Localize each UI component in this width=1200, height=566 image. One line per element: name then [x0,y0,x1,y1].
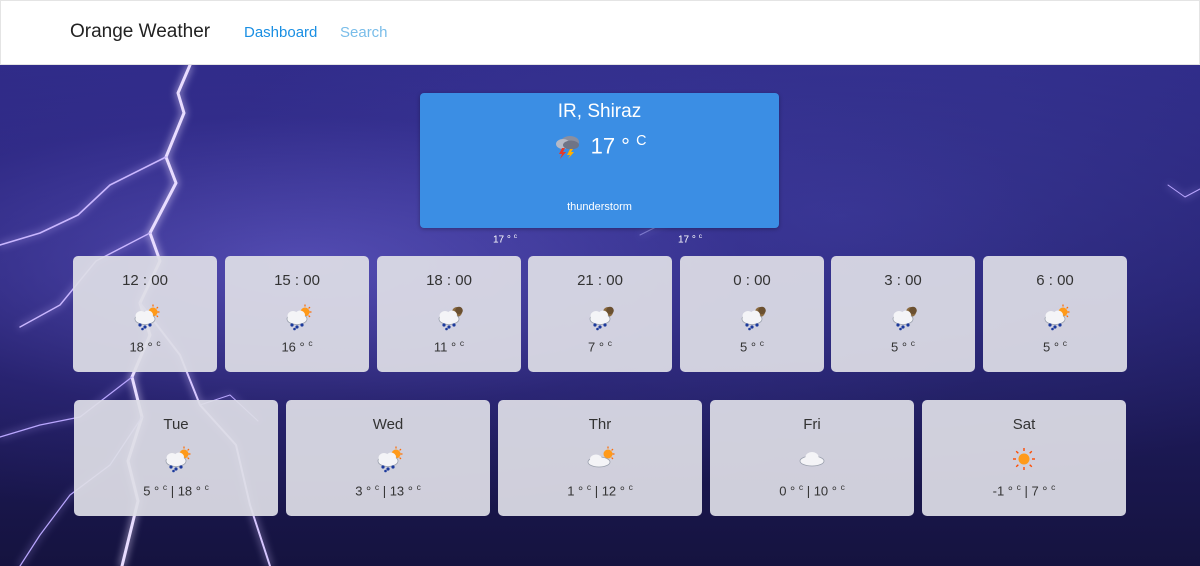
forecast-temperature-range: 3 ° c | 13 ° c [355,482,421,499]
current-weather-row: 17 ° C [420,133,779,160]
hourly-forecast-card: 18 : 00 11 ° c [377,256,521,372]
current-temperature: 17 ° C [590,133,647,159]
hourly-forecast-card: 15 : 00 16 ° c [225,256,369,372]
daily-forecast-card: Tue 5 ° c | 18 ° c [74,400,278,516]
weather-description: thunderstorm [567,201,632,213]
hourly-forecast-card: 0 : 00 5 ° c [680,256,824,372]
max-temperature: 17 ° c [678,233,702,246]
forecast-time: 21 : 00 [577,272,623,289]
forecast-day: Sat [1012,416,1036,433]
forecast-day: Wed [372,416,404,433]
forecast-time: 0 : 00 [733,272,771,289]
sun-icon [1009,446,1039,472]
hourly-forecast-card: 21 : 00 7 ° c [528,256,672,372]
forecast-temperature: 16 ° c [281,338,313,355]
nav-link-dashboard[interactable]: Dashboard [244,24,317,41]
daily-forecast-card: Fri 0 ° c | 10 ° c [710,400,914,516]
moon-rain-cloud-icon [737,304,767,331]
sun-rain-cloud-icon [282,304,312,331]
forecast-time: 3 : 00 [884,272,922,289]
brand-logo[interactable]: Orange Weather [70,21,210,43]
navbar: Orange Weather Dashboard Search [0,0,1200,65]
moon-rain-cloud-icon [434,304,464,331]
daily-forecast-card: Wed 3 ° c | 13 ° c [286,400,490,516]
nav-link-search[interactable]: Search [340,24,388,41]
forecast-time: 6 : 00 [1036,272,1074,289]
daily-forecast-card: Thr 1 ° c | 12 ° c [498,400,702,516]
forecast-temperature: 18 ° c [129,338,161,355]
min-temperature: 17 ° c [493,233,517,246]
forecast-temperature-range: 1 ° c | 12 ° c [567,482,633,499]
sun-rain-cloud-icon [130,304,160,331]
forecast-time: 12 : 00 [122,272,168,289]
forecast-time: 18 : 00 [426,272,472,289]
forecast-temperature: 7 ° c [588,338,612,355]
hourly-forecast-card: 3 : 00 5 ° c [831,256,975,372]
thunderstorm-icon [555,136,579,160]
forecast-temperature: 11 ° c [433,338,465,355]
sun-rain-cloud-icon [1040,304,1070,331]
forecast-temperature: 5 ° c [740,338,764,355]
city-name: IR, Shiraz [557,101,642,122]
cloud-icon [797,446,827,472]
weather-background: IR, Shiraz 17 ° C thunderstorm 17 ° c 17… [0,65,1200,566]
sun-rain-cloud-icon [373,446,403,473]
hourly-forecast-card: 6 : 00 5 ° c [983,256,1127,372]
sun-rain-cloud-icon [161,446,191,473]
moon-rain-cloud-icon [585,304,615,331]
forecast-day: Fri [803,416,821,433]
daily-forecast-card: Sat -1 ° c | 7 ° c [922,400,1126,516]
hourly-forecast-card: 12 : 00 18 ° c [73,256,217,372]
forecast-day: Thr [588,416,612,433]
forecast-temperature-range: -1 ° c | 7 ° c [992,482,1056,499]
forecast-temperature: 5 ° c [891,338,915,355]
forecast-temperature-range: 5 ° c | 18 ° c [143,482,209,499]
forecast-temperature-range: 0 ° c | 10 ° c [779,482,845,499]
current-weather-card: IR, Shiraz 17 ° C thunderstorm 17 ° c 17… [420,93,779,245]
moon-rain-cloud-icon [888,304,918,331]
forecast-day: Tue [163,416,189,433]
forecast-temperature: 5 ° c [1043,338,1067,355]
forecast-time: 15 : 00 [274,272,320,289]
sun-cloud-icon [585,446,615,472]
